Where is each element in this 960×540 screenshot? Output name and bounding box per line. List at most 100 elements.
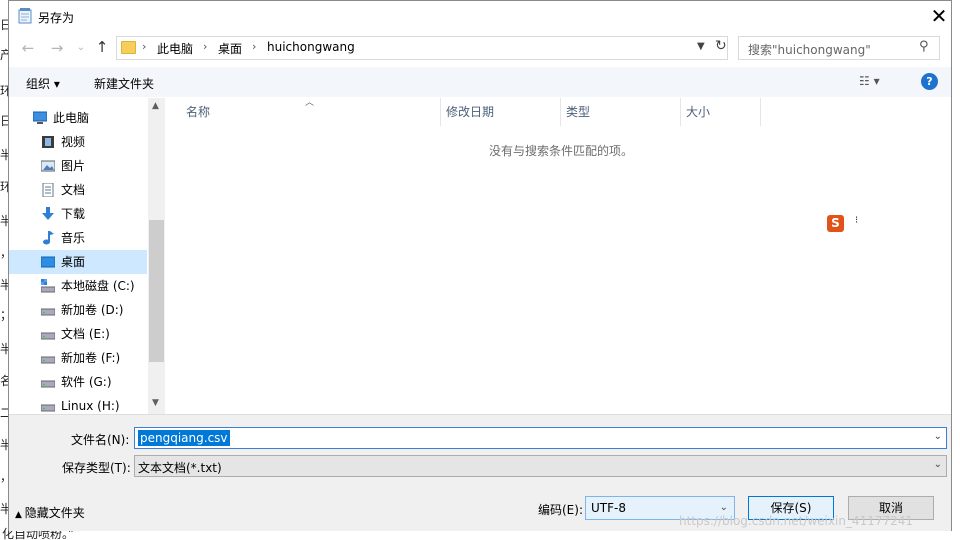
help-icon[interactable]: ? bbox=[921, 73, 938, 90]
column-header-size[interactable]: 大小 bbox=[686, 98, 710, 126]
column-divider[interactable] bbox=[440, 98, 441, 126]
filename-value: pengqiang.csv bbox=[138, 430, 230, 446]
forward-arrow-icon[interactable]: → bbox=[47, 39, 67, 57]
filename-input[interactable]: pengqiang.csv ⌄ bbox=[134, 427, 947, 449]
empty-folder-message: 没有与搜索条件匹配的项。 bbox=[489, 144, 634, 158]
filetype-label: 保存类型(T): bbox=[62, 461, 131, 475]
scroll-down-icon[interactable]: ▼ bbox=[152, 398, 159, 408]
toolbar: 组织 ▾ 新建文件夹 ☷ ▾ ? bbox=[9, 67, 951, 97]
sogou-ime-icon[interactable]: S bbox=[827, 215, 844, 232]
address-dropdown-icon[interactable]: ▼ bbox=[697, 41, 705, 52]
navigation-pane: 此电脑 视频 图片 文档 下载 音乐 桌面 本地磁盘 (C:) 新加卷 (D:)… bbox=[9, 98, 165, 414]
nav-item-label: 文档 (E:) bbox=[61, 327, 110, 341]
back-arrow-icon[interactable]: ← bbox=[18, 39, 38, 57]
nav-item-label: 本地磁盘 (C:) bbox=[61, 279, 135, 293]
nav-item-videos[interactable]: 视频 bbox=[9, 130, 147, 154]
document-icon bbox=[42, 183, 54, 197]
new-folder-button[interactable]: 新建文件夹 bbox=[94, 75, 154, 92]
window-title: 另存为 bbox=[38, 11, 75, 25]
filetype-value: 文本文档(*.txt) bbox=[138, 461, 222, 475]
hide-folders-label: 隐藏文件夹 bbox=[24, 506, 85, 520]
column-header-type[interactable]: 类型 bbox=[566, 98, 590, 126]
desktop-icon bbox=[41, 256, 55, 268]
nav-item-music[interactable]: 音乐 bbox=[9, 226, 147, 250]
nav-item-label: 图片 bbox=[61, 159, 86, 173]
close-button[interactable]: ✕ bbox=[927, 4, 951, 28]
breadcrumb-separator: › bbox=[252, 40, 257, 53]
drive-icon bbox=[41, 404, 55, 412]
nav-item-drive-g[interactable]: 软件 (G:) bbox=[9, 370, 147, 394]
column-header-date[interactable]: 修改日期 bbox=[446, 98, 494, 126]
column-divider[interactable] bbox=[680, 98, 681, 126]
filename-label: 文件名(N): bbox=[71, 433, 130, 447]
nav-item-label: 此电脑 bbox=[53, 111, 90, 125]
nav-item-label: 视频 bbox=[61, 135, 86, 149]
download-icon bbox=[42, 207, 54, 220]
nav-item-drive-e[interactable]: 文档 (E:) bbox=[9, 322, 147, 346]
filetype-select[interactable]: 文本文档(*.txt) ⌄ bbox=[134, 455, 947, 477]
ime-handle-icon[interactable]: ⁝ bbox=[855, 215, 858, 226]
nav-item-label: Linux (H:) bbox=[61, 399, 120, 413]
column-header-name[interactable]: 名称 bbox=[186, 98, 210, 126]
recent-dropdown-icon[interactable]: ⌄ bbox=[71, 42, 91, 53]
nav-item-documents[interactable]: 文档 bbox=[9, 178, 147, 202]
encoding-value: UTF-8 bbox=[591, 501, 626, 515]
collapse-arrow-icon: ▲ bbox=[15, 510, 25, 520]
organize-button[interactable]: 组织 ▾ bbox=[26, 75, 60, 92]
picture-icon bbox=[41, 160, 55, 172]
drive-icon bbox=[41, 356, 55, 364]
background-window-right bbox=[952, 0, 960, 540]
notepad-icon bbox=[18, 8, 32, 24]
search-placeholder: 搜索"huichongwang" bbox=[748, 43, 871, 57]
save-as-dialog: 另存为 ✕ ← → ⌄ ↑ › 此电脑 › 桌面 › huichongwang … bbox=[8, 0, 952, 531]
nav-item-this-pc[interactable]: 此电脑 bbox=[9, 106, 147, 130]
breadcrumb-separator: › bbox=[203, 40, 208, 53]
view-options-icon[interactable]: ☷ ▾ bbox=[859, 74, 880, 88]
nav-item-label: 文档 bbox=[61, 183, 86, 197]
refresh-icon[interactable]: ↻ bbox=[715, 38, 727, 54]
column-divider[interactable] bbox=[560, 98, 561, 126]
up-arrow-icon[interactable]: ↑ bbox=[93, 38, 111, 56]
nav-item-drive-c[interactable]: 本地磁盘 (C:) bbox=[9, 274, 147, 298]
breadcrumb-separator: › bbox=[142, 40, 147, 53]
drive-icon bbox=[41, 380, 55, 388]
search-box[interactable]: 搜索"huichongwang" ⚲ bbox=[738, 36, 940, 60]
address-bar[interactable]: › 此电脑 › 桌面 › huichongwang ▼ ↻ bbox=[116, 36, 728, 60]
breadcrumb-this-pc[interactable]: 此电脑 bbox=[157, 40, 193, 57]
ime-toolbar[interactable]: S ⁝ bbox=[821, 213, 871, 235]
chevron-down-icon[interactable]: ⌄ bbox=[934, 459, 942, 470]
nav-item-label: 软件 (G:) bbox=[61, 375, 112, 389]
save-form: 文件名(N): pengqiang.csv ⌄ 保存类型(T): 文本文档(*.… bbox=[9, 414, 951, 531]
nav-item-label: 新加卷 (D:) bbox=[61, 303, 124, 317]
nav-item-label: 新加卷 (F:) bbox=[61, 351, 121, 365]
music-icon bbox=[43, 231, 54, 245]
sort-ascending-icon: ︿ bbox=[305, 98, 315, 108]
nav-scrollbar[interactable]: ▲ ▼ bbox=[148, 98, 165, 414]
nav-item-drive-d[interactable]: 新加卷 (D:) bbox=[9, 298, 147, 322]
nav-item-pictures[interactable]: 图片 bbox=[9, 154, 147, 178]
nav-item-downloads[interactable]: 下载 bbox=[9, 202, 147, 226]
title-bar[interactable]: 另存为 ✕ bbox=[9, 1, 951, 32]
search-icon[interactable]: ⚲ bbox=[919, 39, 929, 54]
breadcrumb-desktop[interactable]: 桌面 bbox=[218, 40, 242, 57]
scroll-thumb[interactable] bbox=[149, 220, 164, 362]
drive-icon bbox=[41, 279, 55, 293]
watermark: https://blog.csdn.net/weixin_41177241 bbox=[679, 514, 914, 528]
chevron-down-icon[interactable]: ⌄ bbox=[934, 431, 942, 442]
computer-icon bbox=[33, 111, 47, 124]
nav-item-label: 桌面 bbox=[61, 255, 86, 269]
video-icon bbox=[42, 136, 54, 148]
column-divider[interactable] bbox=[760, 98, 761, 126]
drive-icon bbox=[41, 332, 55, 340]
nav-item-drive-f[interactable]: 新加卷 (F:) bbox=[9, 346, 147, 370]
nav-item-drive-h[interactable]: Linux (H:) bbox=[9, 394, 147, 414]
breadcrumb-folder[interactable]: huichongwang bbox=[267, 40, 355, 54]
encoding-label: 编码(E): bbox=[538, 503, 583, 517]
hide-folders-toggle[interactable]: ▲ 隐藏文件夹 bbox=[15, 504, 85, 521]
folder-icon bbox=[121, 41, 136, 54]
drive-icon bbox=[41, 308, 55, 316]
scroll-up-icon[interactable]: ▲ bbox=[152, 101, 159, 111]
chevron-down-icon[interactable]: ⌄ bbox=[720, 502, 728, 513]
close-icon: ✕ bbox=[930, 4, 948, 28]
nav-item-desktop[interactable]: 桌面 bbox=[9, 250, 147, 274]
